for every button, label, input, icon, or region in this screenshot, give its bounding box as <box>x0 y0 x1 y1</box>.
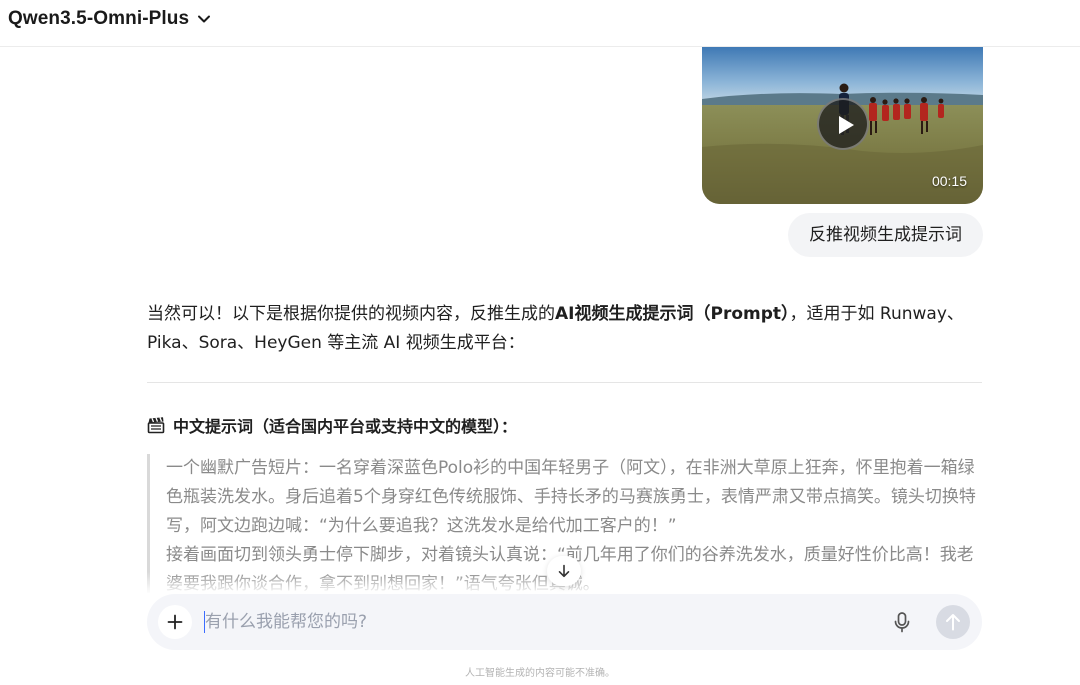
voice-input-button[interactable] <box>890 610 914 634</box>
model-selector[interactable]: Qwen3.5-Omni-Plus <box>8 6 211 32</box>
user-message-bubble: 反推视频生成提示词 <box>788 213 983 257</box>
model-name: Qwen3.5-Omni-Plus <box>8 8 190 29</box>
play-button[interactable] <box>817 98 869 150</box>
chevron-down-icon <box>198 15 211 23</box>
add-attachment-button[interactable] <box>158 605 192 639</box>
video-duration: 00:15 <box>931 173 967 189</box>
arrow-up-icon <box>946 614 960 631</box>
quote-paragraph: 一个幽默广告短片：一名穿着深蓝色Polo衫的中国年轻男子（阿文），在非洲大草原上… <box>166 458 976 536</box>
chat-composer <box>147 594 982 650</box>
plus-icon <box>167 614 183 630</box>
intro-bold-text: AI视频生成提示词（Prompt） <box>555 304 790 324</box>
ai-disclaimer: 人工智能生成的内容可能不准确。 <box>465 668 615 679</box>
chat-input[interactable] <box>205 606 865 638</box>
section-heading: 中文提示词（适合国内平台或支持中文的模型）： <box>147 411 517 439</box>
clapperboard-icon <box>147 417 165 434</box>
divider <box>147 382 982 383</box>
section-title: 中文提示词（适合国内平台或支持中文的模型）： <box>173 417 518 436</box>
assistant-answer-intro: 当然可以！以下是根据你提供的视频内容，反推生成的AI视频生成提示词（Prompt… <box>147 300 982 358</box>
send-button[interactable] <box>936 605 970 639</box>
video-attachment[interactable]: 00:15 <box>702 47 983 204</box>
microphone-icon <box>894 612 910 633</box>
scroll-to-bottom-button[interactable] <box>547 556 581 586</box>
top-bar: Qwen3.5-Omni-Plus <box>0 0 1080 47</box>
intro-text: 当然可以！以下是根据你提供的视频内容，反推生成的 <box>147 304 555 324</box>
arrow-down-icon <box>558 564 570 578</box>
play-icon <box>839 116 854 134</box>
